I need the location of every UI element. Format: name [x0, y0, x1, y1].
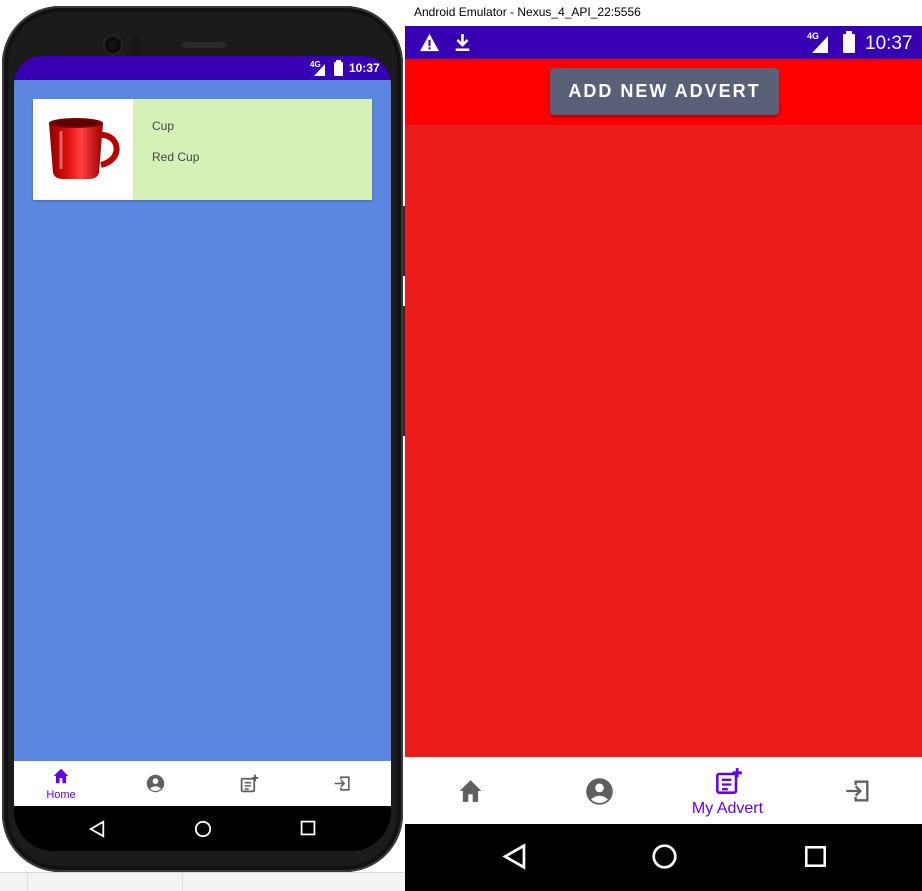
nav-item-home[interactable] — [405, 757, 534, 824]
logout-icon — [846, 780, 869, 802]
emulator-status-bar: 4G 10:37 — [405, 26, 922, 59]
nav-label-my-advert: My Advert — [691, 800, 764, 817]
status-time: 10:37 — [865, 33, 913, 54]
battery-icon — [334, 60, 343, 76]
earpiece-speaker — [182, 42, 226, 48]
recents-icon[interactable] — [300, 820, 316, 836]
advert-list: Cup Red Cup — [14, 80, 391, 761]
battery-icon — [843, 31, 855, 53]
taskbar-cell — [0, 873, 28, 891]
nav-label-home: Home — [46, 789, 76, 801]
back-icon[interactable] — [88, 820, 106, 838]
logout-icon — [334, 776, 350, 791]
front-camera — [102, 34, 124, 56]
sensor — [132, 36, 140, 54]
add-new-advert-button[interactable]: ADD NEW ADVERT — [550, 68, 779, 115]
nav-item-my-advert[interactable]: My Advert — [663, 757, 792, 824]
my-advert-content — [405, 125, 922, 757]
home-circle-icon[interactable] — [194, 820, 212, 838]
back-icon[interactable] — [501, 843, 528, 870]
nav-item-logout[interactable] — [792, 757, 921, 824]
system-navigation-bar — [14, 806, 391, 851]
advert-card[interactable]: Cup Red Cup — [33, 99, 372, 200]
nav-item-account[interactable] — [534, 757, 663, 824]
advert-title: Cup — [152, 119, 175, 133]
post-add-icon — [240, 774, 259, 793]
nav-item-account[interactable] — [108, 761, 202, 806]
advert-toolbar: ADD NEW ADVERT — [405, 59, 922, 125]
signal-icon — [812, 36, 828, 53]
window-title-bar[interactable]: Android Emulator - Nexus_4_API_22:5556 — [405, 0, 922, 26]
nav-item-home[interactable]: Home — [14, 761, 108, 806]
account-icon — [146, 774, 165, 793]
desktop-taskbar-strip — [0, 872, 405, 891]
home-icon — [53, 768, 69, 784]
emulator-system-navigation-bar — [405, 824, 922, 891]
status-bar: 4G 10:37 — [14, 56, 391, 80]
taskbar-cell — [28, 873, 183, 891]
red-mug-icon — [49, 118, 120, 179]
window-title: Android Emulator - Nexus_4_API_22:5556 — [414, 5, 641, 19]
home-circle-icon[interactable] — [651, 843, 678, 870]
account-icon — [586, 778, 613, 805]
advert-info: Cup Red Cup — [133, 99, 372, 200]
advert-image — [33, 99, 133, 200]
post-add-icon — [716, 768, 742, 794]
signal-icon — [314, 64, 325, 76]
nav-item-logout[interactable] — [296, 761, 390, 806]
home-icon — [459, 780, 482, 802]
download-icon — [455, 34, 470, 51]
nav-item-my-advert[interactable] — [202, 761, 296, 806]
recents-icon[interactable] — [804, 845, 827, 868]
phone-frame: 4G 10:37 Cup Red Cup Home — [2, 6, 407, 872]
status-time: 10:37 — [349, 61, 380, 75]
emulator-bottom-navigation: My Advert — [405, 757, 922, 824]
phone-screen: 4G 10:37 Cup Red Cup Home — [14, 56, 391, 851]
warning-icon — [420, 33, 439, 52]
advert-description: Red Cup — [152, 150, 200, 164]
bottom-navigation: Home — [14, 761, 391, 806]
